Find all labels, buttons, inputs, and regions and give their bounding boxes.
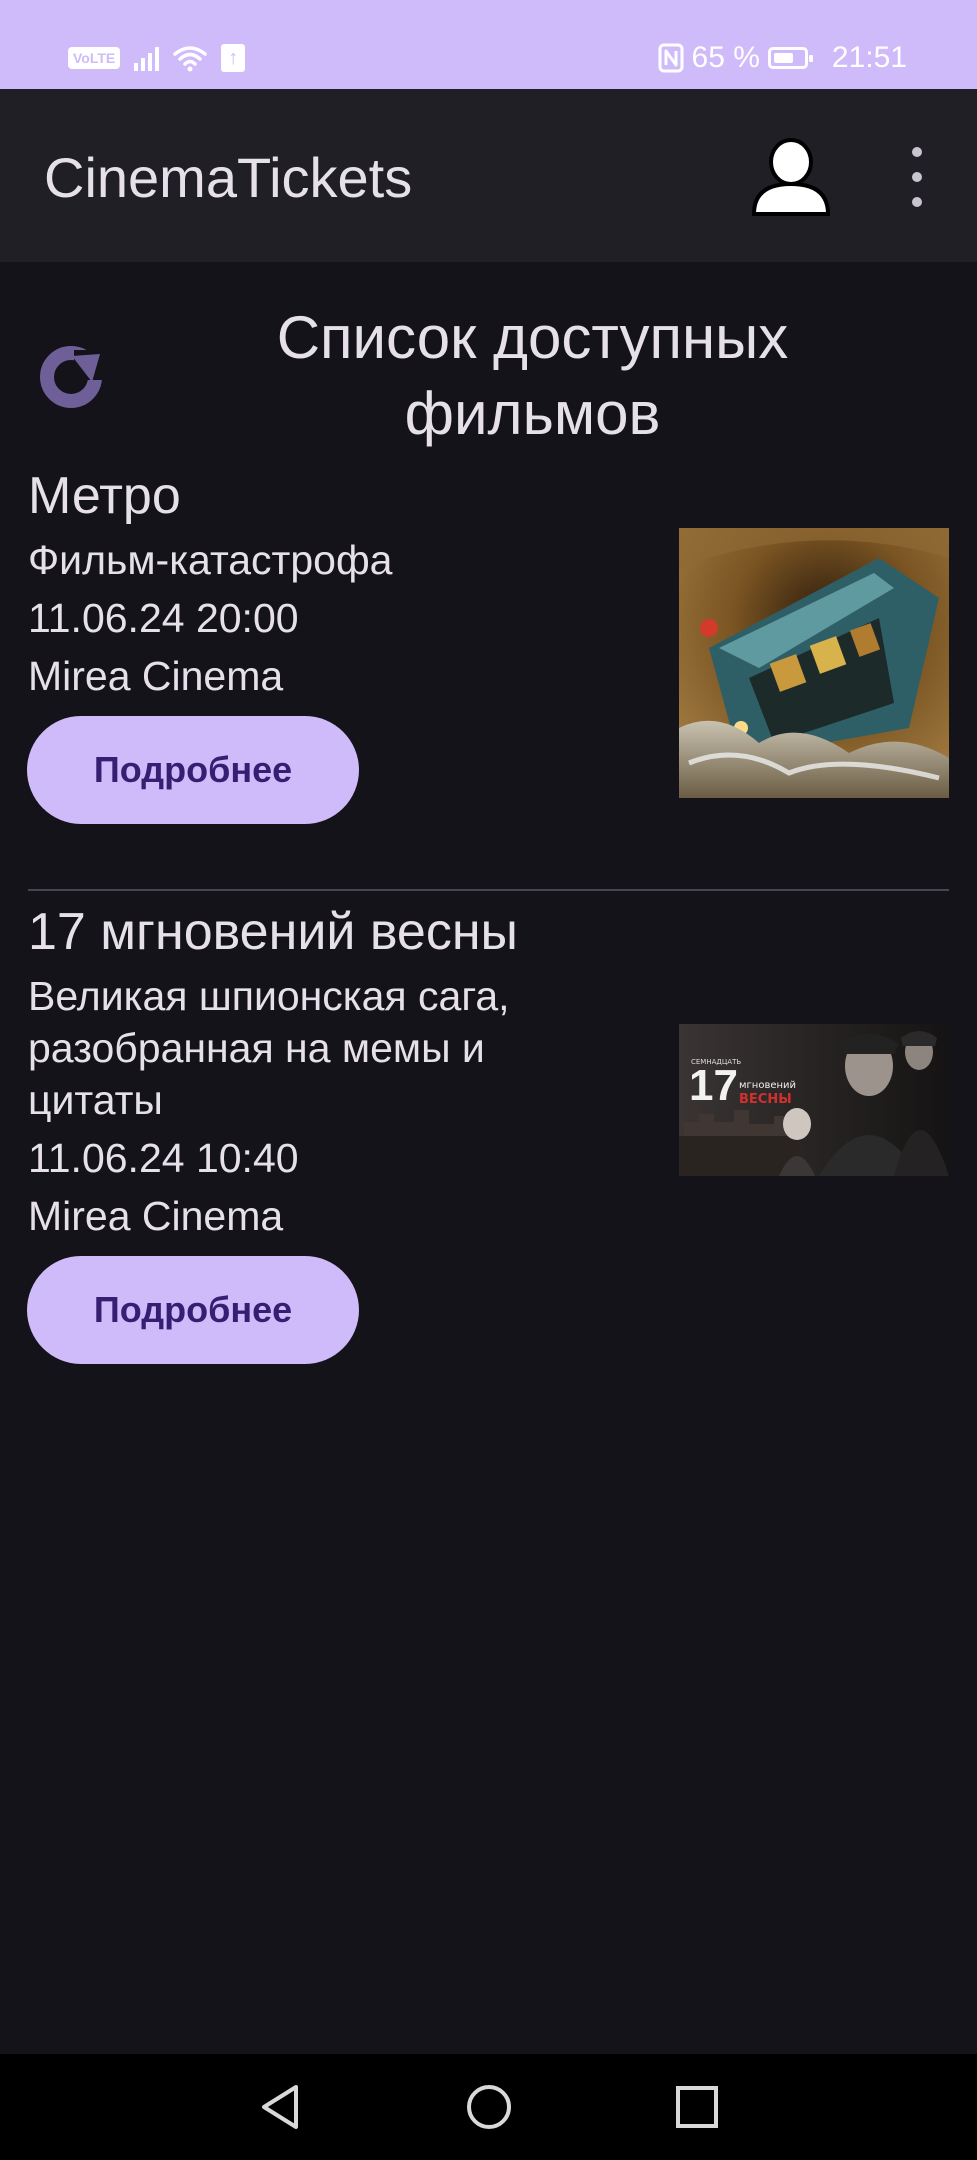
- back-triangle-icon: [262, 2085, 298, 2129]
- divider: [28, 889, 949, 891]
- refresh-icon: [40, 346, 104, 408]
- signal-icon: [134, 45, 160, 71]
- screen: VoLTE ↑ 65 % 21:51 CinemaTickets Список …: [0, 0, 977, 2160]
- status-bar: VoLTE ↑ 65 % 21:51: [0, 0, 977, 89]
- recents-button[interactable]: [672, 2082, 722, 2132]
- wifi-icon: [173, 46, 208, 72]
- status-left: VoLTE ↑: [68, 43, 246, 73]
- menu-dot: [912, 147, 922, 157]
- movie-description: Великая шпионская сага, разобранная на м…: [28, 973, 510, 1123]
- volte-icon: VoLTE: [68, 47, 121, 69]
- details-button[interactable]: Подробнее: [27, 716, 359, 824]
- home-circle-icon: [467, 2085, 511, 2129]
- system-nav-bar: [0, 2054, 977, 2160]
- movie-cinema: Mirea Cinema: [28, 653, 284, 699]
- movie-datetime: 11.06.24 10:40: [28, 1135, 299, 1181]
- refresh-button[interactable]: [36, 340, 106, 410]
- movie-title: Метро: [28, 467, 181, 525]
- movie-title: 17 мгновений весны: [28, 903, 518, 961]
- movie-cinema: Mirea Cinema: [28, 1193, 284, 1239]
- menu-dot: [912, 197, 922, 207]
- movie-description: Фильм-катастрофа: [28, 537, 393, 583]
- nfc-icon: [658, 43, 684, 73]
- poster-small-text: мгновений: [739, 1080, 797, 1091]
- profile-button[interactable]: [748, 134, 834, 220]
- upload-icon: ↑: [221, 44, 246, 72]
- metro-train-image: [679, 528, 949, 798]
- menu-dot: [912, 172, 922, 182]
- poster-red-text: ВЕСНЫ: [739, 1092, 792, 1107]
- movie-poster: [679, 528, 949, 798]
- status-right: 65 % 21:51: [658, 40, 907, 76]
- more-options-button[interactable]: [898, 147, 936, 207]
- person-icon: [751, 138, 831, 216]
- clock-time: 21:51: [831, 41, 907, 74]
- page-title: Список доступных фильмов: [276, 304, 789, 447]
- battery-icon: [767, 47, 813, 69]
- movie-poster: СЕМНАДЦАТЬ 17 мгновений ВЕСНЫ: [679, 1024, 949, 1176]
- movie-datetime: 11.06.24 20:00: [28, 595, 299, 641]
- home-button[interactable]: [464, 2082, 514, 2132]
- app-bar: CinemaTickets: [0, 89, 977, 262]
- details-button[interactable]: Подробнее: [27, 1256, 359, 1364]
- poster-number: 17: [689, 1061, 738, 1110]
- battery-percent: 65 %: [691, 41, 760, 74]
- back-button[interactable]: [256, 2082, 306, 2132]
- recents-square-icon: [676, 2086, 718, 2128]
- app-title: CinemaTickets: [44, 146, 413, 209]
